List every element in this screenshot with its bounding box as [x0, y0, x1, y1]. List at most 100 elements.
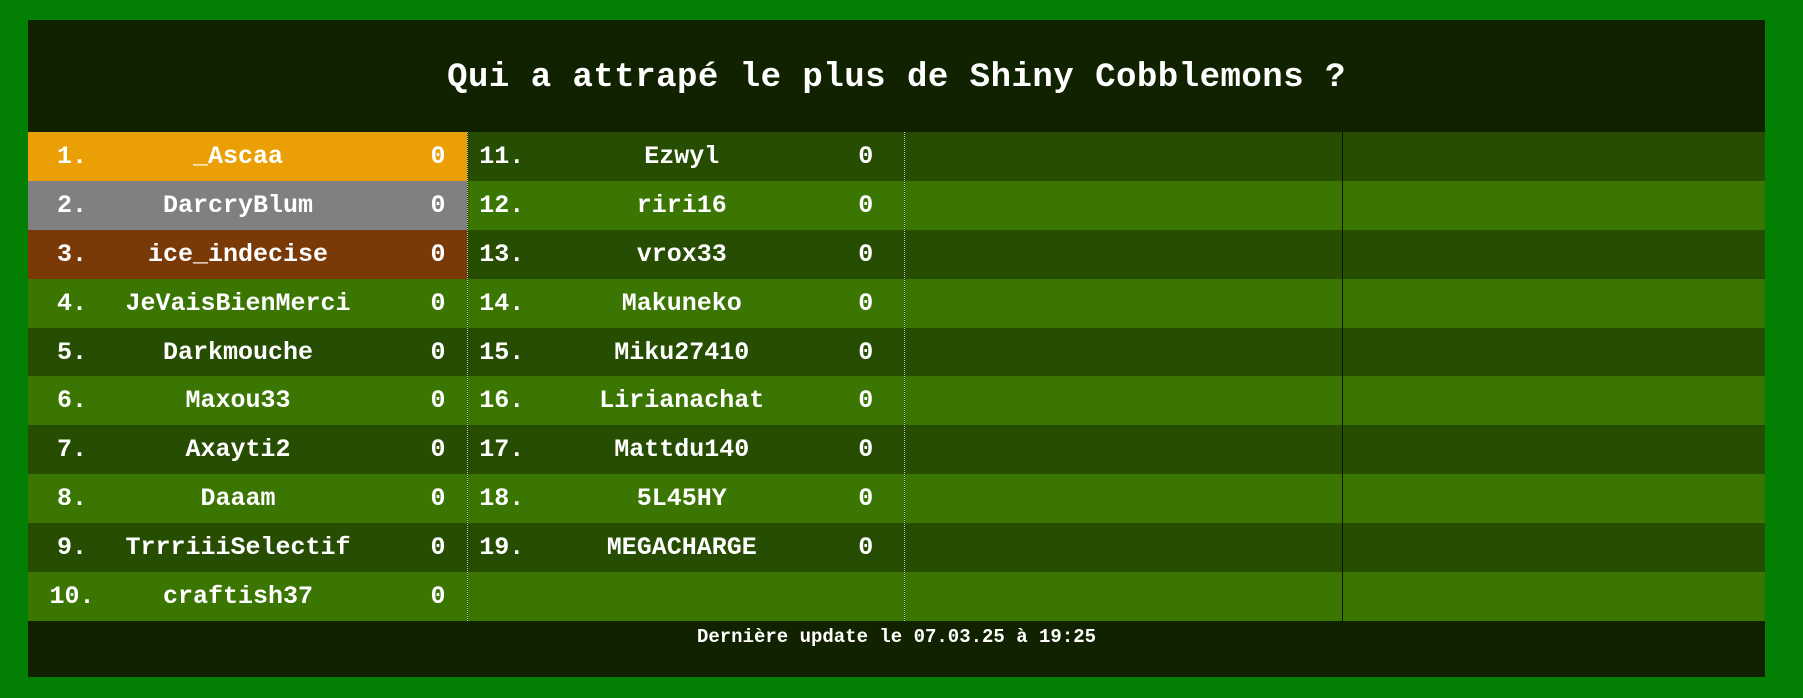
- score-value: 0: [858, 288, 874, 318]
- leaderboard-row-empty: [904, 278, 1343, 328]
- leaderboard-column-3: [904, 132, 1344, 621]
- leaderboard-panel: Qui a attrapé le plus de Shiny Cobblemon…: [28, 20, 1765, 677]
- leaderboard-row: 6. Maxou33 0: [28, 376, 467, 426]
- leaderboard-row-third: 3. ice_indecise 0: [28, 229, 467, 279]
- leaderboard-row: 12. riri16 0: [467, 180, 904, 230]
- player-name: Darkmouche: [162, 337, 314, 367]
- rank-label: 14.: [479, 288, 525, 318]
- leaderboard-row: 9. TrrriiiSelectif 0: [28, 523, 467, 573]
- leaderboard-row-empty: [1343, 180, 1765, 230]
- leaderboard-row-empty: [904, 132, 1343, 181]
- leaderboard-row: 7. Axayti2 0: [28, 425, 467, 475]
- score-value: 0: [430, 190, 446, 220]
- leaderboard-column-2: 11. Ezwyl 0 12. riri16 0 13. vrox33 0 14…: [467, 132, 905, 621]
- leaderboard-row-first: 1. _Ascaa 0: [28, 132, 467, 181]
- leaderboard-grid: 1. _Ascaa 0 2. DarcryBlum 0 3. ice_indec…: [28, 132, 1765, 621]
- player-name: Maxou33: [185, 386, 291, 416]
- leaderboard-row-empty: [1343, 327, 1765, 377]
- player-name: 5L45HY: [636, 484, 727, 514]
- leaderboard-row-empty: [1343, 523, 1765, 573]
- score-value: 0: [858, 533, 874, 563]
- player-name: JeVaisBienMerci: [125, 288, 351, 318]
- score-value: 0: [430, 484, 446, 514]
- leaderboard-row: 8. Daaam 0: [28, 474, 467, 524]
- score-value: 0: [430, 141, 446, 171]
- score-value: 0: [430, 337, 446, 367]
- player-name: ice_indecise: [147, 239, 329, 269]
- player-name: MEGACHARGE: [606, 533, 757, 563]
- leaderboard-row-empty: [904, 572, 1343, 621]
- leaderboard-row-empty: [904, 180, 1343, 230]
- score-value: 0: [858, 239, 874, 269]
- rank-label: 16.: [479, 386, 525, 416]
- score-value: 0: [430, 239, 446, 269]
- score-value: 0: [858, 337, 874, 367]
- player-name: craftish37: [162, 581, 314, 611]
- leaderboard-row-empty: [467, 572, 904, 621]
- leaderboard-row-empty: [1343, 229, 1765, 279]
- rank-label: 13.: [479, 239, 525, 269]
- rank-label: 19.: [479, 533, 525, 563]
- leaderboard-row: 19. MEGACHARGE 0: [467, 523, 904, 573]
- leaderboard-row-second: 2. DarcryBlum 0: [28, 180, 467, 230]
- leaderboard-row-empty: [1343, 572, 1765, 621]
- leaderboard-row: 11. Ezwyl 0: [467, 132, 904, 181]
- leaderboard-row-empty: [904, 376, 1343, 426]
- rank-label: 5.: [56, 337, 87, 367]
- rank-label: 9.: [56, 533, 87, 563]
- score-value: 0: [858, 190, 874, 220]
- player-name: _Ascaa: [192, 141, 283, 171]
- last-update-text: Dernière update le 07.03.25 à 19:25: [696, 626, 1097, 648]
- leaderboard-row: 4. JeVaisBienMerci 0: [28, 278, 467, 328]
- leaderboard-row-empty: [1343, 474, 1765, 524]
- player-name: Lirianachat: [599, 386, 765, 416]
- leaderboard-row-empty: [904, 523, 1343, 573]
- score-value: 0: [430, 386, 446, 416]
- leaderboard-column-1: 1. _Ascaa 0 2. DarcryBlum 0 3. ice_indec…: [28, 132, 468, 621]
- leaderboard-row: 14. Makuneko 0: [467, 278, 904, 328]
- score-value: 0: [430, 435, 446, 465]
- score-value: 0: [858, 435, 874, 465]
- score-value: 0: [858, 141, 874, 171]
- leaderboard-row-empty: [1343, 376, 1765, 426]
- player-name: Makuneko: [621, 288, 742, 318]
- leaderboard-row: 16. Lirianachat 0: [467, 376, 904, 426]
- rank-label: 18.: [479, 484, 525, 514]
- player-name: Ezwyl: [644, 141, 720, 171]
- leaderboard-row-empty: [1343, 278, 1765, 328]
- leaderboard-title: Qui a attrapé le plus de Shiny Cobblemon…: [447, 59, 1346, 97]
- rank-label: 7.: [56, 435, 87, 465]
- score-value: 0: [858, 484, 874, 514]
- player-name: Daaam: [200, 484, 276, 514]
- leaderboard-row-empty: [904, 229, 1343, 279]
- leaderboard-row-empty: [1343, 132, 1765, 181]
- player-name: DarcryBlum: [162, 190, 314, 220]
- leaderboard-row-empty: [904, 474, 1343, 524]
- leaderboard-row-empty: [904, 327, 1343, 377]
- rank-label: 15.: [479, 337, 525, 367]
- rank-label: 8.: [56, 484, 87, 514]
- rank-label: 3.: [56, 239, 87, 269]
- leaderboard-column-4: [1343, 132, 1765, 621]
- rank-label: 1.: [56, 141, 87, 171]
- score-value: 0: [430, 581, 446, 611]
- leaderboard-row: 5. Darkmouche 0: [28, 327, 467, 377]
- rank-label: 6.: [56, 386, 87, 416]
- rank-label: 17.: [479, 435, 525, 465]
- leaderboard-row: 15. Miku27410 0: [467, 327, 904, 377]
- leaderboard-row: 17. Mattdu140 0: [467, 425, 904, 475]
- leaderboard-row: 18. 5L45HY 0: [467, 474, 904, 524]
- player-name: TrrriiiSelectif: [125, 533, 351, 563]
- leaderboard-row: 13. vrox33 0: [467, 229, 904, 279]
- player-name: vrox33: [636, 239, 727, 269]
- score-value: 0: [430, 288, 446, 318]
- leaderboard-row-empty: [904, 425, 1343, 475]
- rank-label: 4.: [56, 288, 87, 318]
- rank-label: 10.: [49, 581, 95, 611]
- leaderboard-row-empty: [1343, 425, 1765, 475]
- rank-label: 2.: [56, 190, 87, 220]
- rank-label: 11.: [479, 141, 525, 171]
- rank-label: 12.: [479, 190, 525, 220]
- leaderboard-row: 10. craftish37 0: [28, 572, 467, 621]
- player-name: riri16: [636, 190, 727, 220]
